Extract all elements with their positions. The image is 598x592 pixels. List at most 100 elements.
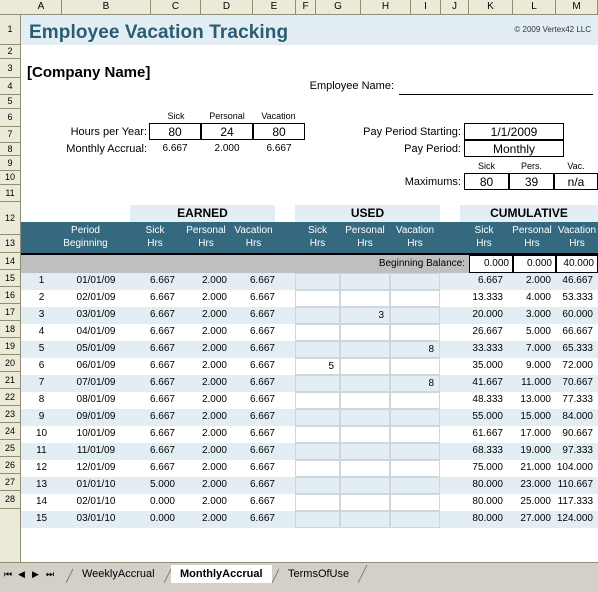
pay-period-starting-input[interactable]: 1/1/2009 bbox=[464, 123, 564, 140]
row-header-28[interactable]: 28 bbox=[0, 491, 20, 509]
row-header-23[interactable]: 23 bbox=[0, 406, 20, 423]
cell-u-pers[interactable] bbox=[340, 341, 390, 358]
column-header-k[interactable]: K bbox=[469, 0, 513, 14]
cell-u-pers[interactable] bbox=[340, 443, 390, 460]
cell-u-pers[interactable] bbox=[340, 358, 390, 375]
row-header-14[interactable]: 14 bbox=[0, 253, 20, 270]
cell-u-sick[interactable] bbox=[295, 426, 340, 443]
cell-u-sick[interactable] bbox=[295, 477, 340, 494]
cell-u-sick[interactable] bbox=[295, 392, 340, 409]
column-header-f[interactable]: F bbox=[296, 0, 316, 14]
cell-u-sick[interactable] bbox=[295, 460, 340, 477]
cell-u-vac[interactable] bbox=[390, 443, 440, 460]
row-header-21[interactable]: 21 bbox=[0, 372, 20, 389]
cell-u-vac[interactable] bbox=[390, 392, 440, 409]
hours-per-year-personal-input[interactable]: 24 bbox=[201, 123, 253, 140]
row-header-17[interactable]: 17 bbox=[0, 304, 20, 321]
cell-u-sick[interactable] bbox=[295, 494, 340, 511]
maximums-sick-input[interactable]: 80 bbox=[464, 173, 509, 190]
row-header-12[interactable]: 12 bbox=[0, 202, 20, 235]
cell-u-pers[interactable] bbox=[340, 511, 390, 528]
cell-u-vac[interactable] bbox=[390, 273, 440, 290]
row-header-4[interactable]: 4 bbox=[0, 78, 20, 95]
nav-button-0[interactable]: ⏮ bbox=[4, 569, 12, 580]
row-header-25[interactable]: 25 bbox=[0, 440, 20, 457]
cell-u-pers[interactable] bbox=[340, 460, 390, 477]
cell-u-vac[interactable] bbox=[390, 511, 440, 528]
cell-u-sick[interactable]: 5 bbox=[295, 358, 340, 375]
hours-per-year-vacation-input[interactable]: 80 bbox=[253, 123, 305, 140]
maximums-pers-input[interactable]: 39 bbox=[509, 173, 554, 190]
cell-u-sick[interactable] bbox=[295, 409, 340, 426]
row-header-15[interactable]: 15 bbox=[0, 270, 20, 287]
column-header-m[interactable]: M bbox=[556, 0, 598, 14]
column-header-g[interactable]: G bbox=[316, 0, 361, 14]
nav-button-3[interactable]: ⏭ bbox=[46, 569, 54, 580]
beginning-balance-sick-input[interactable]: 0.000 bbox=[469, 255, 513, 273]
cell-u-sick[interactable] bbox=[295, 443, 340, 460]
nav-button-2[interactable]: ▶ bbox=[32, 569, 39, 580]
cell-u-vac[interactable] bbox=[390, 477, 440, 494]
cell-u-vac[interactable] bbox=[390, 494, 440, 511]
row-header-22[interactable]: 22 bbox=[0, 389, 20, 406]
pay-period-select[interactable]: Monthly bbox=[464, 140, 564, 157]
cell-u-pers[interactable] bbox=[340, 290, 390, 307]
cell-u-vac[interactable]: 8 bbox=[390, 341, 440, 358]
cell-u-vac[interactable] bbox=[390, 358, 440, 375]
cell-u-sick[interactable] bbox=[295, 307, 340, 324]
column-header-c[interactable]: C bbox=[151, 0, 201, 14]
hours-per-year-sick-input[interactable]: 80 bbox=[149, 123, 201, 140]
company-name[interactable]: [Company Name] bbox=[27, 64, 277, 84]
column-header-i[interactable]: I bbox=[411, 0, 441, 14]
beginning-balance-vacation-input[interactable]: 40.000 bbox=[556, 255, 598, 273]
column-header-h[interactable]: H bbox=[361, 0, 411, 14]
row-header-3[interactable]: 3 bbox=[0, 59, 20, 78]
row-header-27[interactable]: 27 bbox=[0, 474, 20, 491]
nav-button-1[interactable]: ◀ bbox=[18, 569, 25, 580]
cell-u-pers[interactable] bbox=[340, 494, 390, 511]
cell-u-sick[interactable] bbox=[295, 511, 340, 528]
column-header-l[interactable]: L bbox=[513, 0, 556, 14]
cell-u-sick[interactable] bbox=[295, 341, 340, 358]
cell-u-pers[interactable] bbox=[340, 375, 390, 392]
column-header-j[interactable]: J bbox=[441, 0, 469, 14]
row-header-7[interactable]: 7 bbox=[0, 127, 20, 143]
cell-u-pers[interactable] bbox=[340, 426, 390, 443]
cell-u-pers[interactable] bbox=[340, 273, 390, 290]
row-header-24[interactable]: 24 bbox=[0, 423, 20, 440]
column-header-a[interactable]: A bbox=[21, 0, 62, 14]
cell-u-vac[interactable] bbox=[390, 460, 440, 477]
row-header-6[interactable]: 6 bbox=[0, 109, 20, 127]
row-header-9[interactable]: 9 bbox=[0, 156, 20, 171]
row-header-13[interactable]: 13 bbox=[0, 235, 20, 253]
cell-u-pers[interactable]: 3 bbox=[340, 307, 390, 324]
maximums-vac-input[interactable]: n/a bbox=[554, 173, 598, 190]
beginning-balance-personal-input[interactable]: 0.000 bbox=[513, 255, 556, 273]
cell-u-pers[interactable] bbox=[340, 409, 390, 426]
cell-u-vac[interactable]: 8 bbox=[390, 375, 440, 392]
cell-u-sick[interactable] bbox=[295, 324, 340, 341]
row-header-26[interactable]: 26 bbox=[0, 457, 20, 474]
row-header-2[interactable]: 2 bbox=[0, 45, 20, 59]
row-header-16[interactable]: 16 bbox=[0, 287, 20, 304]
column-header-e[interactable]: E bbox=[253, 0, 296, 14]
row-header-10[interactable]: 10 bbox=[0, 171, 20, 185]
tab-nav-buttons[interactable]: ⏮ ◀ ▶ ⏭ bbox=[2, 568, 60, 584]
tab-termsofuse[interactable]: TermsOfUse bbox=[279, 565, 359, 583]
tab-weeklyaccrual[interactable]: WeeklyAccrual bbox=[73, 565, 164, 583]
employee-name-input[interactable] bbox=[399, 81, 593, 95]
row-header-19[interactable]: 19 bbox=[0, 338, 20, 355]
cell-u-pers[interactable] bbox=[340, 392, 390, 409]
cell-u-vac[interactable] bbox=[390, 307, 440, 324]
column-header-d[interactable]: D bbox=[201, 0, 253, 14]
cell-u-sick[interactable] bbox=[295, 273, 340, 290]
row-header-20[interactable]: 20 bbox=[0, 355, 20, 372]
row-header-8[interactable]: 8 bbox=[0, 143, 20, 156]
cell-u-vac[interactable] bbox=[390, 324, 440, 341]
row-header-11[interactable]: 11 bbox=[0, 185, 20, 202]
cell-u-vac[interactable] bbox=[390, 426, 440, 443]
row-header-18[interactable]: 18 bbox=[0, 321, 20, 338]
cell-u-sick[interactable] bbox=[295, 375, 340, 392]
cell-u-vac[interactable] bbox=[390, 290, 440, 307]
row-header-1[interactable]: 1 bbox=[0, 15, 20, 45]
